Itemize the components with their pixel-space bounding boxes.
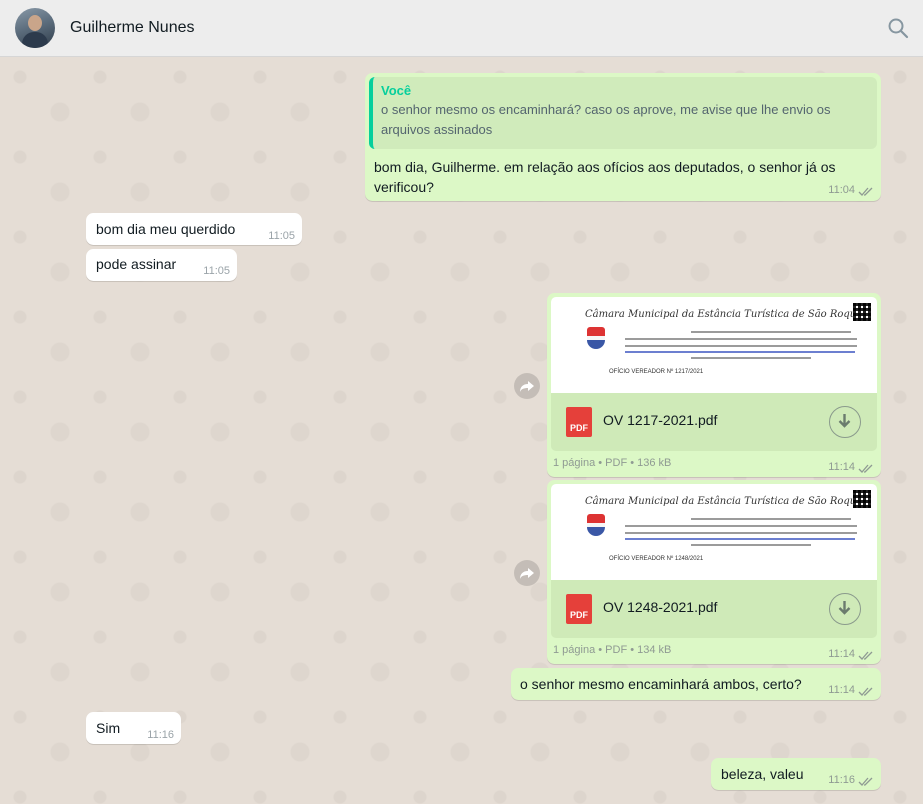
contact-avatar[interactable]: [15, 8, 55, 48]
double-check-icon: [858, 777, 873, 786]
message-time: 11:04: [828, 184, 855, 196]
message-time: 11:14: [828, 461, 855, 473]
double-check-icon: [858, 687, 873, 696]
message-bubble-outgoing[interactable]: beleza, valeu 11:16: [711, 758, 881, 790]
message-text-line: verificou?: [374, 179, 434, 195]
coat-of-arms-icon: [587, 514, 605, 536]
letterhead-title: Câmara Municipal da Estância Turística d…: [585, 496, 863, 507]
letter-reference: OFÍCIO VEREADOR Nº 1248/2021: [609, 556, 704, 562]
double-check-icon: [858, 651, 873, 660]
document-preview[interactable]: Câmara Municipal da Estância Turística d…: [551, 297, 877, 393]
contact-name[interactable]: Guilherme Nunes: [70, 19, 195, 37]
message-bubble-outgoing[interactable]: Você o senhor mesmo os encaminhará? caso…: [365, 73, 881, 201]
quote-author: Você: [381, 83, 412, 98]
coat-of-arms-icon: [587, 327, 605, 349]
document-message[interactable]: Câmara Municipal da Estância Turística d…: [547, 293, 881, 477]
quote-text-line: arquivos assinados: [381, 122, 493, 137]
document-file-name: OV 1248-2021.pdf: [603, 599, 718, 615]
document-message[interactable]: Câmara Municipal da Estância Turística d…: [547, 480, 881, 664]
message-text: pode assinar: [96, 256, 177, 272]
message-text-line: bom dia, Guilherme. em relação aos ofíci…: [374, 159, 836, 175]
document-preview[interactable]: Câmara Municipal da Estância Turística d…: [551, 484, 877, 580]
message-time: 11:16: [147, 729, 174, 741]
message-bubble-outgoing[interactable]: o senhor mesmo encaminhará ambos, certo?…: [511, 668, 881, 700]
document-meta: 1 página • PDF • 134 kB: [553, 644, 672, 656]
message-time: 11:14: [828, 684, 855, 696]
search-icon[interactable]: [887, 17, 909, 39]
message-time: 11:14: [828, 648, 855, 660]
forward-icon[interactable]: [514, 560, 540, 586]
letterhead-title: Câmara Municipal da Estância Turística d…: [585, 309, 863, 320]
message-bubble-incoming[interactable]: Sim 11:16: [86, 712, 181, 744]
download-icon[interactable]: [829, 406, 861, 438]
pdf-icon: PDF: [566, 594, 592, 624]
qr-code-icon: [853, 490, 871, 508]
quote-text-line: o senhor mesmo os encaminhará? caso os a…: [381, 102, 831, 117]
message-time: 11:05: [268, 230, 295, 242]
message-list[interactable]: Você o senhor mesmo os encaminhará? caso…: [0, 57, 923, 804]
double-check-icon: [858, 464, 873, 473]
forward-icon[interactable]: [514, 373, 540, 399]
document-meta: 1 página • PDF • 136 kB: [553, 457, 672, 469]
chat-header: Guilherme Nunes: [0, 0, 923, 57]
document-bar[interactable]: PDF OV 1217-2021.pdf: [551, 393, 877, 451]
message-bubble-incoming[interactable]: bom dia meu querdido 11:05: [86, 213, 302, 245]
message-text: Sim: [96, 720, 121, 736]
message-time: 11:05: [203, 265, 230, 277]
download-icon[interactable]: [829, 593, 861, 625]
pdf-icon: PDF: [566, 407, 592, 437]
message-text: o senhor mesmo encaminhará ambos, certo?: [520, 676, 802, 692]
qr-code-icon: [853, 303, 871, 321]
document-bar[interactable]: PDF OV 1248-2021.pdf: [551, 580, 877, 638]
message-text: bom dia meu querdido: [96, 221, 236, 237]
quoted-message[interactable]: Você o senhor mesmo os encaminhará? caso…: [369, 77, 877, 149]
message-bubble-incoming[interactable]: pode assinar 11:05: [86, 249, 237, 281]
document-file-name: OV 1217-2021.pdf: [603, 412, 718, 428]
letter-reference: OFÍCIO VEREADOR Nº 1217/2021: [609, 369, 704, 375]
message-text: beleza, valeu: [721, 766, 804, 782]
double-check-icon: [858, 187, 873, 196]
message-time: 11:16: [828, 774, 855, 786]
